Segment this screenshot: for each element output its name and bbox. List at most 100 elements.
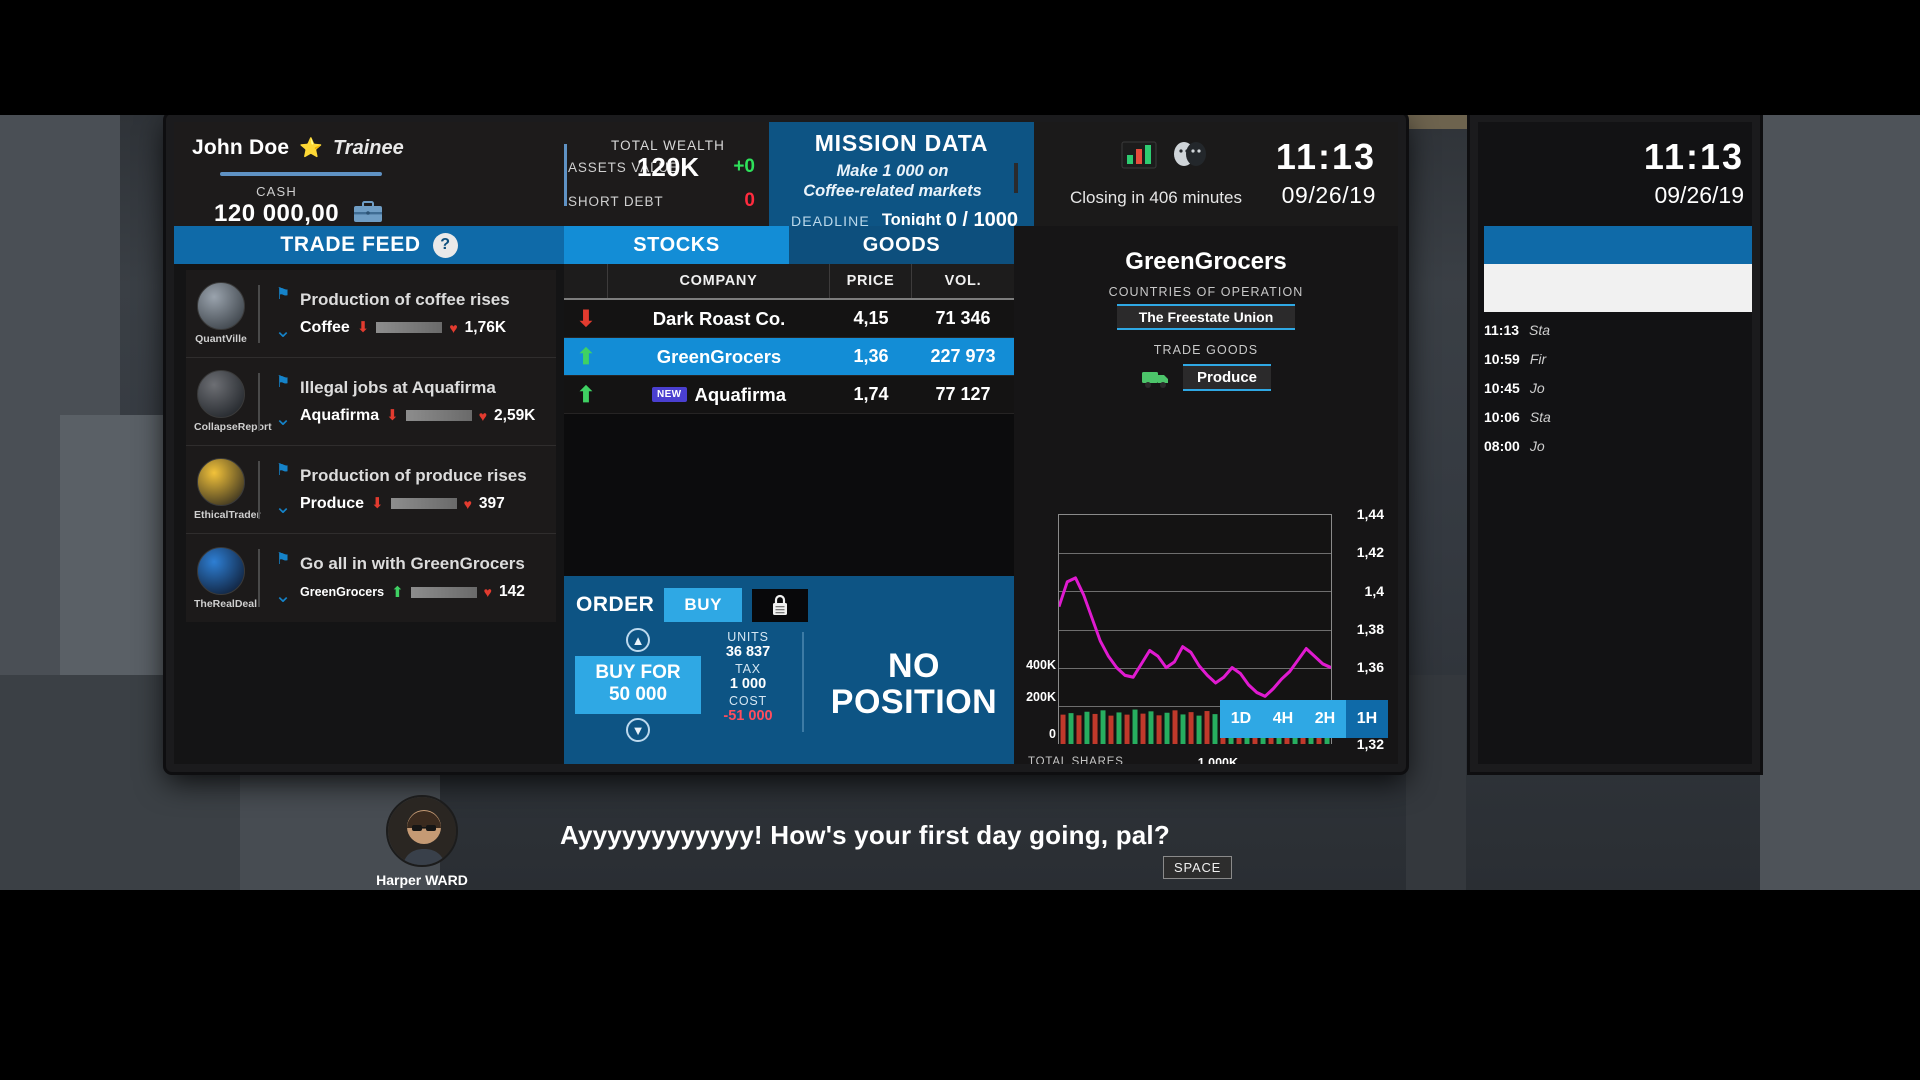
table-row[interactable]: ⬇ Dark Roast Co. 4,15 71 346 xyxy=(564,300,1014,338)
feed-market: Produce xyxy=(300,494,365,512)
lock-icon[interactable] xyxy=(752,588,809,622)
briefcase-icon[interactable] xyxy=(353,200,383,224)
row-volume: 71 346 xyxy=(935,308,991,328)
units-label: UNITS xyxy=(727,630,769,644)
list-item: 11:13 Sta xyxy=(1484,322,1752,338)
pin-icon[interactable]: ⚑ xyxy=(276,460,290,480)
feed-divider xyxy=(258,284,260,343)
pin-icon[interactable]: ⚑ xyxy=(276,372,290,392)
player-name: John Doe xyxy=(192,136,290,159)
short-debt-label: SHORT DEBT xyxy=(568,193,664,209)
position-line2: POSITION xyxy=(830,683,998,721)
order-panel: ORDER BUY ▲ BUY FOR 50 000 ▼ UNITS 36 83… xyxy=(564,576,1014,764)
pin-icon[interactable]: ⚑ xyxy=(276,284,290,304)
buy-for-label: BUY FOR xyxy=(595,662,681,683)
avatar xyxy=(386,795,458,867)
avatar xyxy=(197,370,245,418)
tab-goods[interactable]: GOODS xyxy=(789,226,1014,264)
log-time: 10:06 xyxy=(1484,409,1520,425)
row-price: 4,15 xyxy=(853,308,889,328)
trade-good-value: Produce xyxy=(1182,364,1271,391)
log-text: Fir xyxy=(1529,351,1547,367)
feed-author[interactable]: CollapseReport xyxy=(194,370,272,433)
mission-objective-line1: Make 1 000 on xyxy=(836,162,949,180)
timeframe-2h[interactable]: 2H xyxy=(1304,700,1346,738)
bar-chart-icon[interactable] xyxy=(1120,138,1160,170)
tax-label: TAX xyxy=(735,662,761,676)
feed-divider xyxy=(258,372,260,431)
secondary-log-list: 11:13 Sta 10:59 Fir 10:45 Jo 10:06 Sta 08:00 Jo xyxy=(1484,322,1752,467)
heart-icon[interactable]: ♥ xyxy=(464,496,472,512)
feed-divider xyxy=(258,549,260,607)
theater-masks-icon[interactable] xyxy=(1172,139,1208,169)
chevron-down-icon[interactable]: ⌄ xyxy=(275,406,292,431)
pin-icon[interactable]: ⚑ xyxy=(276,549,290,569)
feed-actions[interactable]: ⚑ ⌄ xyxy=(270,372,296,431)
trend-down-icon: ⬇ xyxy=(386,407,399,425)
list-item: 10:45 Jo xyxy=(1484,380,1752,396)
column-company[interactable]: COMPANY xyxy=(608,264,830,298)
feed-bar xyxy=(410,586,477,598)
stat-key: TOTAL SHARES xyxy=(1028,756,1124,764)
feed-market: Coffee xyxy=(300,318,350,336)
continue-key[interactable]: SPACE xyxy=(1163,856,1233,879)
speaker-name: Harper WARD xyxy=(376,872,468,888)
log-text: Jo xyxy=(1529,438,1545,454)
market-table-body: ⬇ Dark Roast Co. 4,15 71 346 ⬆ GreenGrocers 1,… xyxy=(564,300,1014,414)
chevron-down-icon[interactable]: ⌄ xyxy=(275,318,292,343)
feed-item[interactable]: TheRealDeal ⚑ ⌄ Go all in with GreenGrocers… xyxy=(186,534,556,622)
feed-headline: Go all in with GreenGrocers xyxy=(300,554,525,574)
tab-stocks[interactable]: STOCKS xyxy=(564,226,789,264)
cost-label: COST xyxy=(729,694,767,708)
timeframe-4h[interactable]: 4H xyxy=(1262,700,1304,738)
timeframe-1d[interactable]: 1D xyxy=(1220,700,1262,738)
buy-for-amount: 50 000 xyxy=(608,684,668,705)
secondary-clock-date: 09/26/19 xyxy=(1654,182,1744,208)
column-volume[interactable]: VOL. xyxy=(912,264,1014,298)
avatar xyxy=(197,546,245,595)
log-time: 11:13 xyxy=(1484,322,1520,338)
table-row[interactable]: ⬆ NEW Aquafirma 1,74 77 127 xyxy=(564,376,1014,414)
list-item: 10:59 Fir xyxy=(1484,351,1752,367)
order-label: ORDER xyxy=(576,593,655,616)
buy-tab-button[interactable]: BUY xyxy=(664,588,743,622)
feed-actions[interactable]: ⚑ ⌄ xyxy=(270,549,296,608)
feed-bar xyxy=(390,498,457,510)
feed-item[interactable]: QuantVille ⚑ ⌄ Production of coffee rises Co… xyxy=(186,270,556,358)
column-price[interactable]: PRICE xyxy=(830,264,912,298)
arrow-up-icon[interactable]: ▲ xyxy=(626,628,650,652)
question-mark-icon[interactable]: ? xyxy=(432,232,458,258)
countries-label: COUNTRIES OF OPERATION xyxy=(1108,285,1304,299)
heart-icon[interactable]: ♥ xyxy=(449,320,457,336)
volume-tick: 400K xyxy=(1026,657,1056,672)
row-price: 1,74 xyxy=(853,384,889,404)
timeframe-1h[interactable]: 1H xyxy=(1346,700,1388,738)
company-detail-panel: GreenGrocers COUNTRIES OF OPERATION The … xyxy=(1014,226,1398,764)
heart-icon[interactable]: ♥ xyxy=(484,584,492,600)
feed-item[interactable]: EthicalTrader ⚑ ⌄ Production of produce ris… xyxy=(186,446,556,534)
tax-value: 1 000 xyxy=(729,676,767,692)
feed-author[interactable]: EthicalTrader xyxy=(194,458,261,521)
feed-actions[interactable]: ⚑ ⌄ xyxy=(270,284,296,343)
heart-icon[interactable]: ♥ xyxy=(479,408,487,424)
trend-down-icon: ⬇ xyxy=(576,305,596,331)
feed-market: GreenGrocers xyxy=(300,585,385,600)
secondary-clock-time: 11:13 xyxy=(1643,136,1744,177)
experience-bar xyxy=(220,172,382,176)
feed-actions[interactable]: ⚑ ⌄ xyxy=(270,460,296,519)
feed-author[interactable]: QuantVille xyxy=(194,282,248,345)
cash-label: CASH xyxy=(256,184,298,199)
chevron-down-icon[interactable]: ⌄ xyxy=(275,583,292,608)
panel-divider xyxy=(564,144,567,206)
chevron-down-icon[interactable]: ⌄ xyxy=(275,494,292,519)
feed-author[interactable]: TheRealDeal xyxy=(194,546,257,610)
feed-item[interactable]: CollapseReport ⚑ ⌄ Illegal jobs at Aquafirm… xyxy=(186,358,556,446)
arrow-down-icon[interactable]: ▼ xyxy=(626,718,650,742)
table-row[interactable]: ⬆ GreenGrocers 1,36 227 973 xyxy=(564,338,1014,376)
buy-for-button[interactable]: BUY FOR 50 000 xyxy=(575,656,701,714)
trend-down-icon: ⬇ xyxy=(356,319,370,337)
new-badge: NEW xyxy=(651,387,687,402)
mission-objective: Make 1 000 on Coffee-related markets xyxy=(785,161,1000,201)
avatar xyxy=(197,282,245,330)
status-bar: John Doe ⭐ Trainee CASH 120 000,00 ASSET… xyxy=(174,122,1398,231)
